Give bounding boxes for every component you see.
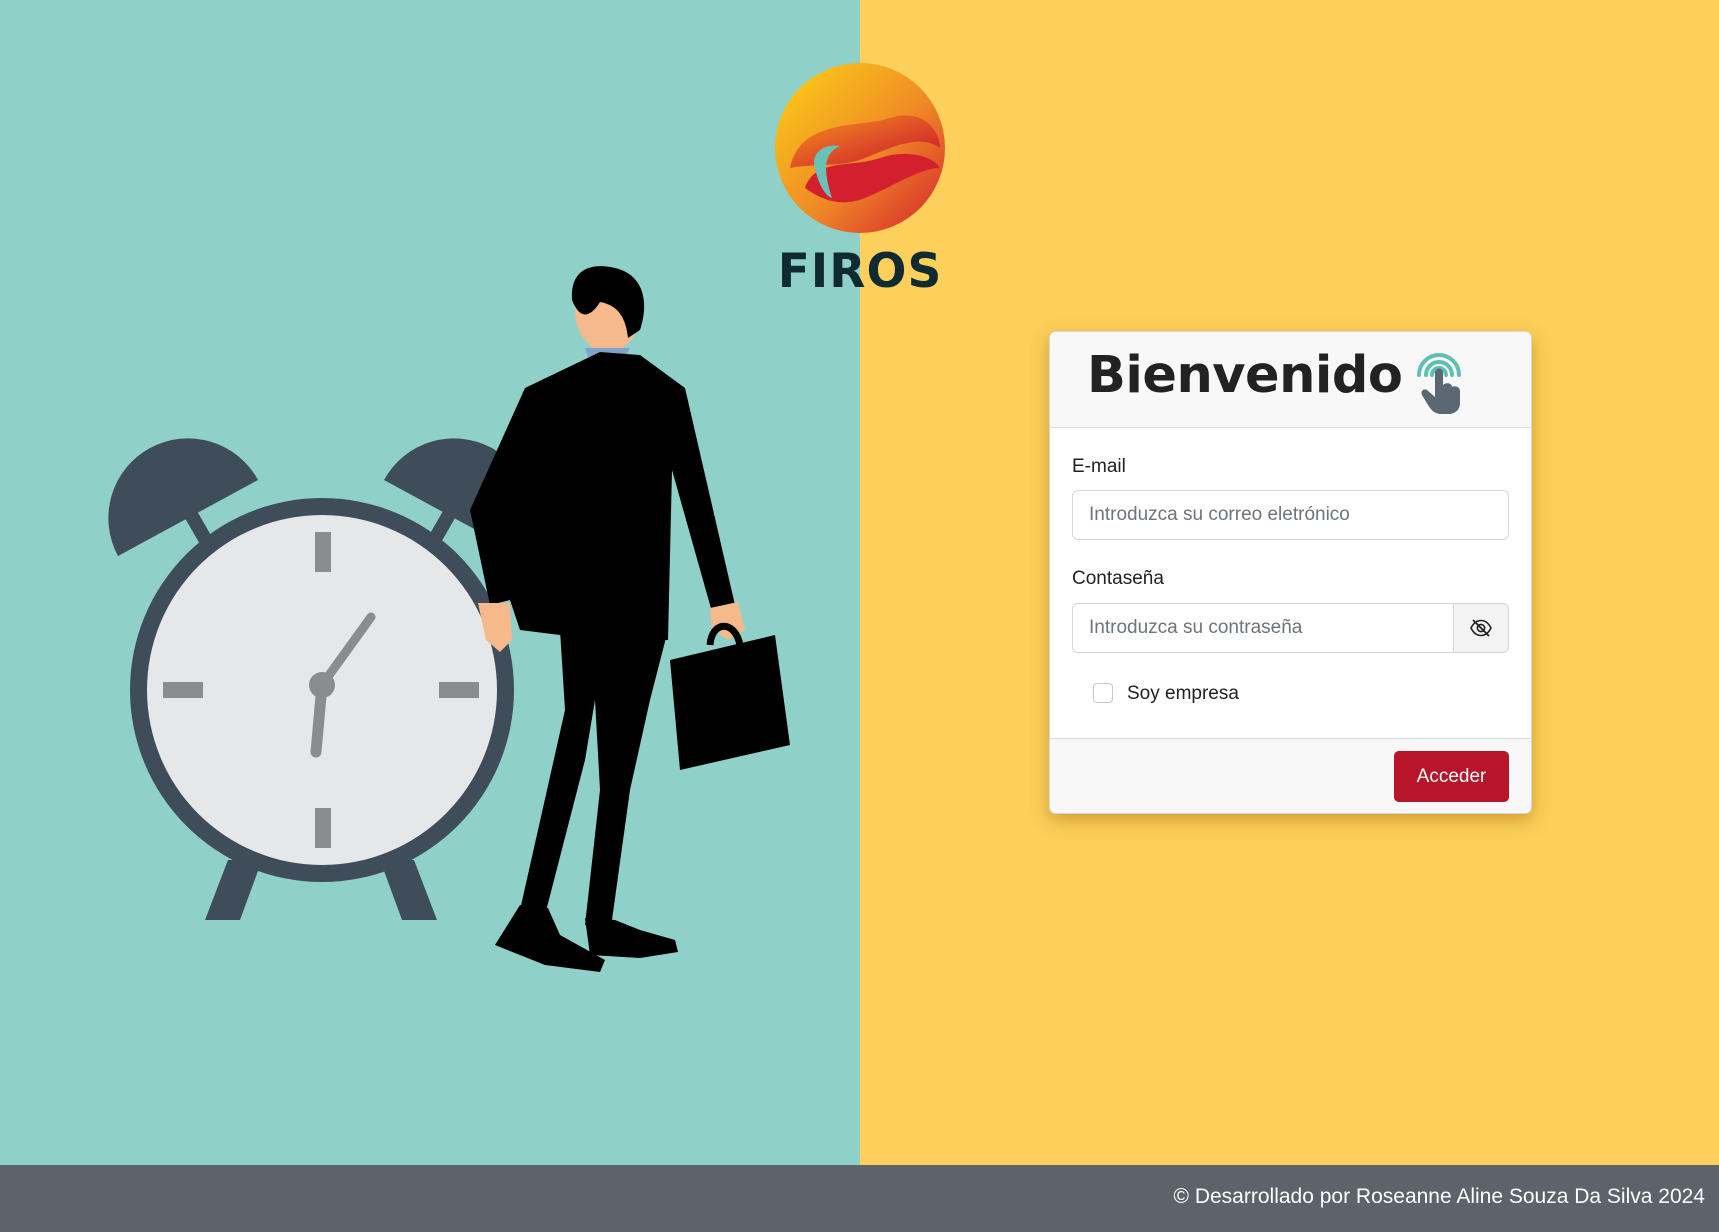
eye-slash-icon	[1470, 619, 1492, 637]
password-label: Contaseña	[1072, 568, 1164, 589]
briefcase-icon	[670, 622, 790, 770]
brand-logo: FIROS	[770, 58, 950, 299]
illustration	[108, 266, 790, 972]
company-checkbox[interactable]	[1093, 683, 1113, 703]
alarm-clock-icon	[108, 438, 534, 920]
email-label: E-mail	[1072, 456, 1126, 477]
card-footer: Acceder	[1050, 738, 1531, 813]
touch-fingerprint-icon	[1417, 353, 1461, 414]
card-title: Bienvenido	[1087, 346, 1403, 405]
company-checkbox-label: Soy empresa	[1127, 683, 1239, 704]
login-button[interactable]: Acceder	[1394, 751, 1509, 802]
password-input[interactable]	[1072, 603, 1454, 653]
toggle-password-visibility-button[interactable]	[1453, 603, 1509, 653]
footer-credits: © Desarrollado por Roseanne Aline Souza …	[1173, 1185, 1705, 1208]
businessman-icon	[470, 266, 745, 972]
brand-name: FIROS	[777, 244, 943, 299]
login-card: Bienvenido E-mail Contaseña Soy empresa …	[1049, 331, 1532, 814]
page-footer: © Desarrollado por Roseanne Aline Souza …	[0, 1165, 1719, 1232]
card-header: Bienvenido	[1050, 332, 1531, 428]
email-input[interactable]	[1072, 490, 1509, 540]
firos-logo-icon	[775, 63, 945, 233]
